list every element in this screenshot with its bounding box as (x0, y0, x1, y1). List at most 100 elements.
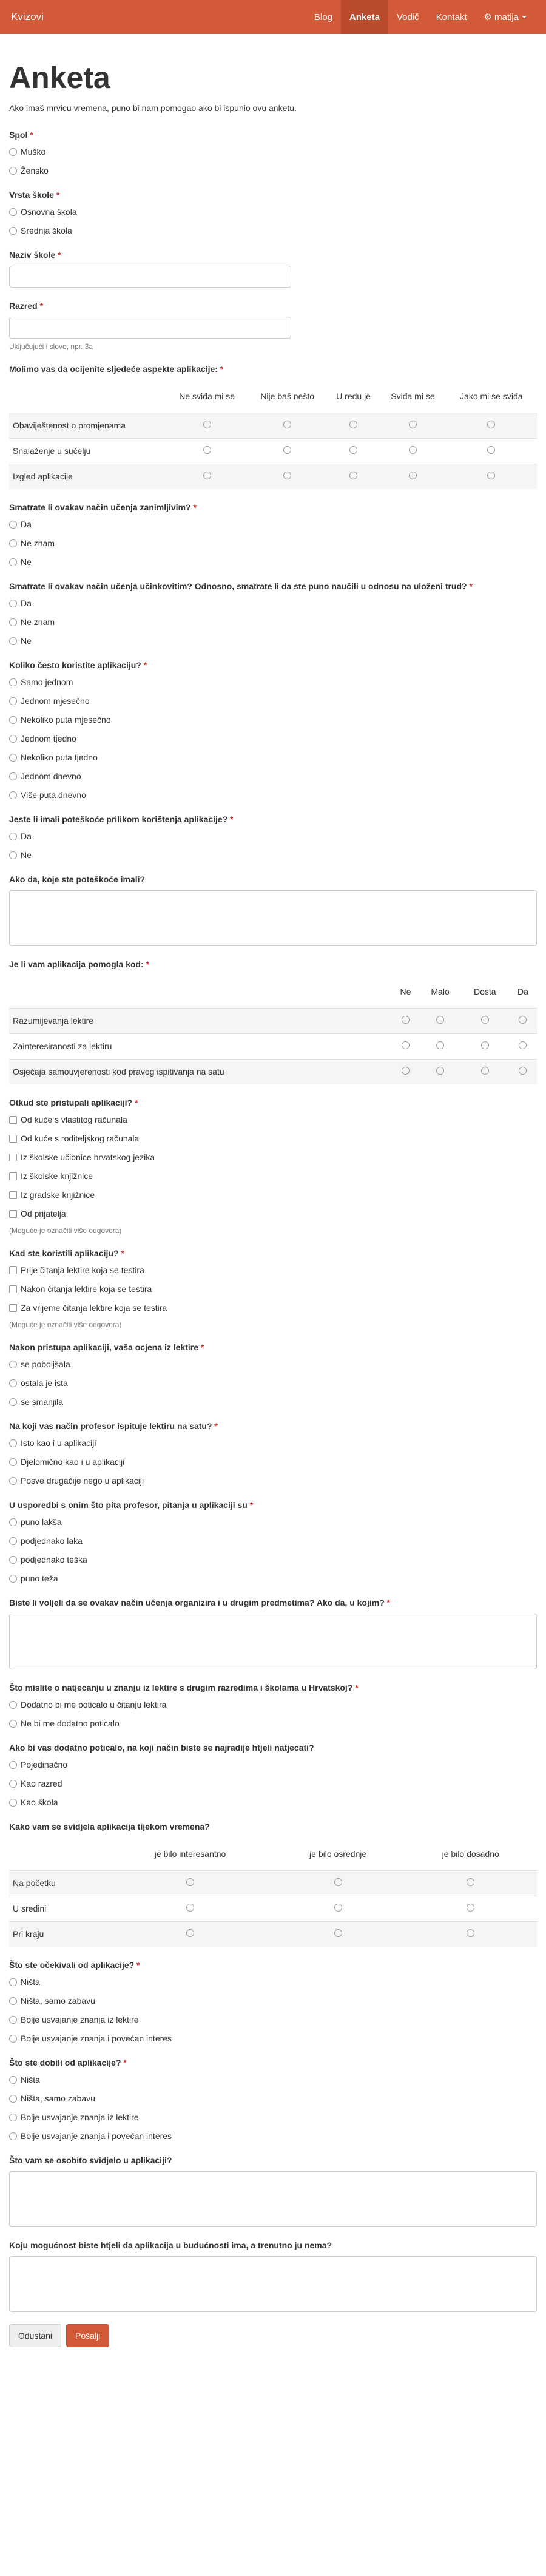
radio-button[interactable] (334, 1878, 342, 1886)
radio-button[interactable] (9, 1458, 17, 1466)
radio-button[interactable] (9, 715, 17, 724)
q_pitanja-option[interactable]: podjednako laka (9, 1535, 537, 1547)
nav-vodic[interactable]: Vodič (388, 0, 428, 34)
radio-button[interactable] (480, 1016, 489, 1024)
checkbox[interactable] (9, 1209, 17, 1218)
q_nacin-option[interactable]: Pojedinačno (9, 1759, 537, 1771)
radio-button[interactable] (436, 1041, 445, 1049)
q_pristup-option[interactable]: Od kuće s roditeljskog računala (9, 1132, 537, 1144)
radio-button[interactable] (9, 226, 17, 235)
q_zanimljiv-option[interactable]: Ne (9, 556, 537, 568)
radio-button[interactable] (9, 1555, 17, 1564)
radio-button[interactable] (9, 772, 17, 780)
nav-anketa[interactable]: Anketa (340, 0, 388, 34)
nav-blog[interactable]: Blog (306, 0, 341, 34)
radio-button[interactable] (436, 1016, 445, 1024)
radio-button[interactable] (186, 1929, 195, 1938)
radio-button[interactable] (9, 520, 17, 529)
checkbox[interactable] (9, 1172, 17, 1180)
radio-button[interactable] (480, 1067, 489, 1075)
q_nacin-option[interactable]: Kao razred (9, 1777, 537, 1790)
user-menu[interactable]: ⚙ matija (476, 0, 535, 34)
radio-button[interactable] (203, 472, 211, 480)
radio-button[interactable] (9, 1719, 17, 1728)
q_predmeti-textarea[interactable] (9, 1614, 537, 1669)
q_natjecanje-option[interactable]: Dodatno bi me poticalo u čitanju lektira (9, 1699, 537, 1711)
radio-button[interactable] (9, 166, 17, 175)
radio-button[interactable] (186, 1878, 195, 1886)
checkbox[interactable] (9, 1134, 17, 1143)
radio-button[interactable] (349, 446, 358, 454)
radio-button[interactable] (203, 446, 211, 454)
radio-button[interactable] (283, 446, 292, 454)
radio-button[interactable] (9, 1476, 17, 1485)
q_dobili-option[interactable]: Bolje usvajanje znanja i povećan interes (9, 2130, 537, 2142)
radio-button[interactable] (9, 1996, 17, 2005)
radio-button[interactable] (9, 1360, 17, 1368)
radio-button[interactable] (334, 1904, 342, 1912)
radio-button[interactable] (467, 1929, 475, 1938)
radio-button[interactable] (9, 734, 17, 743)
checkbox[interactable] (9, 1153, 17, 1161)
q_cesto-option[interactable]: Nekoliko puta mjesečno (9, 714, 537, 726)
radio-button[interactable] (9, 2075, 17, 2084)
radio-button[interactable] (401, 1016, 410, 1024)
radio-button[interactable] (349, 421, 358, 428)
q_pristup-option[interactable]: Iz školske učionice hrvatskog jezika (9, 1151, 537, 1163)
q_pristup-option[interactable]: Od prijatelja (9, 1208, 537, 1220)
radio-button[interactable] (9, 1536, 17, 1545)
radio-button[interactable] (9, 558, 17, 566)
q_poteskoce-option[interactable]: Ne (9, 849, 537, 861)
radio-button[interactable] (9, 599, 17, 607)
radio-button[interactable] (334, 1929, 342, 1938)
q_profesor-option[interactable]: Posve drugačije nego u aplikaciji (9, 1475, 537, 1487)
radio-button[interactable] (349, 472, 358, 480)
q_ocekivali-option[interactable]: Ništa (9, 1976, 537, 1988)
radio-button[interactable] (436, 1067, 445, 1075)
radio-button[interactable] (9, 2132, 17, 2140)
q_svidjelo-textarea[interactable] (9, 2171, 537, 2227)
q_cesto-option[interactable]: Jednom dnevno (9, 770, 537, 782)
radio-button[interactable] (186, 1904, 195, 1912)
radio-button[interactable] (519, 1041, 527, 1049)
radio-button[interactable] (9, 637, 17, 645)
q_ocekivali-option[interactable]: Bolje usvajanje znanja iz lektire (9, 2013, 537, 2026)
q_skola-option[interactable]: Srednja škola (9, 225, 537, 237)
checkbox[interactable] (9, 1303, 17, 1312)
q_zanimljiv-option[interactable]: Ne znam (9, 537, 537, 549)
q_ocjena-option[interactable]: ostala je ista (9, 1377, 537, 1389)
checkbox[interactable] (9, 1191, 17, 1199)
q_profesor-option[interactable]: Djelomično kao i u aplikaciji (9, 1456, 537, 1468)
checkbox[interactable] (9, 1115, 17, 1124)
radio-button[interactable] (9, 1398, 17, 1406)
radio-button[interactable] (9, 678, 17, 686)
q_profesor-option[interactable]: Isto kao i u aplikaciji (9, 1437, 537, 1449)
q_skola-option[interactable]: Osnovna škola (9, 206, 537, 218)
cancel-button[interactable]: Odustani (9, 2324, 62, 2347)
radio-button[interactable] (9, 791, 17, 799)
q_ucinkovit-option[interactable]: Da (9, 597, 537, 609)
radio-button[interactable] (9, 618, 17, 626)
q_kada-option[interactable]: Za vrijeme čitanja lektire koja se testi… (9, 1302, 537, 1314)
radio-button[interactable] (467, 1878, 475, 1886)
radio-button[interactable] (9, 1700, 17, 1709)
q_ocekivali-option[interactable]: Ništa, samo zabavu (9, 1995, 537, 2007)
q_cesto-option[interactable]: Jednom mjesečno (9, 695, 537, 707)
q_dobili-option[interactable]: Ništa, samo zabavu (9, 2092, 537, 2104)
radio-button[interactable] (283, 472, 292, 480)
q_pitanja-option[interactable]: podjednako teška (9, 1553, 537, 1566)
radio-button[interactable] (9, 208, 17, 216)
q_pristup-option[interactable]: Iz školske knjižnice (9, 1170, 537, 1182)
radio-button[interactable] (401, 1041, 410, 1049)
radio-button[interactable] (401, 1067, 410, 1075)
q_dobili-option[interactable]: Ništa (9, 2074, 537, 2086)
checkbox[interactable] (9, 1285, 17, 1293)
q_razred-input[interactable] (9, 317, 291, 339)
q_pitanja-option[interactable]: puno lakša (9, 1516, 537, 1528)
q_poteskoce-option[interactable]: Da (9, 830, 537, 842)
q_cesto-option[interactable]: Nekoliko puta tjedno (9, 751, 537, 763)
q_kojepot-textarea[interactable] (9, 890, 537, 946)
q_pristup-option[interactable]: Iz gradske knjižnice (9, 1189, 537, 1201)
q_cesto-option[interactable]: Više puta dnevno (9, 789, 537, 801)
radio-button[interactable] (9, 753, 17, 762)
